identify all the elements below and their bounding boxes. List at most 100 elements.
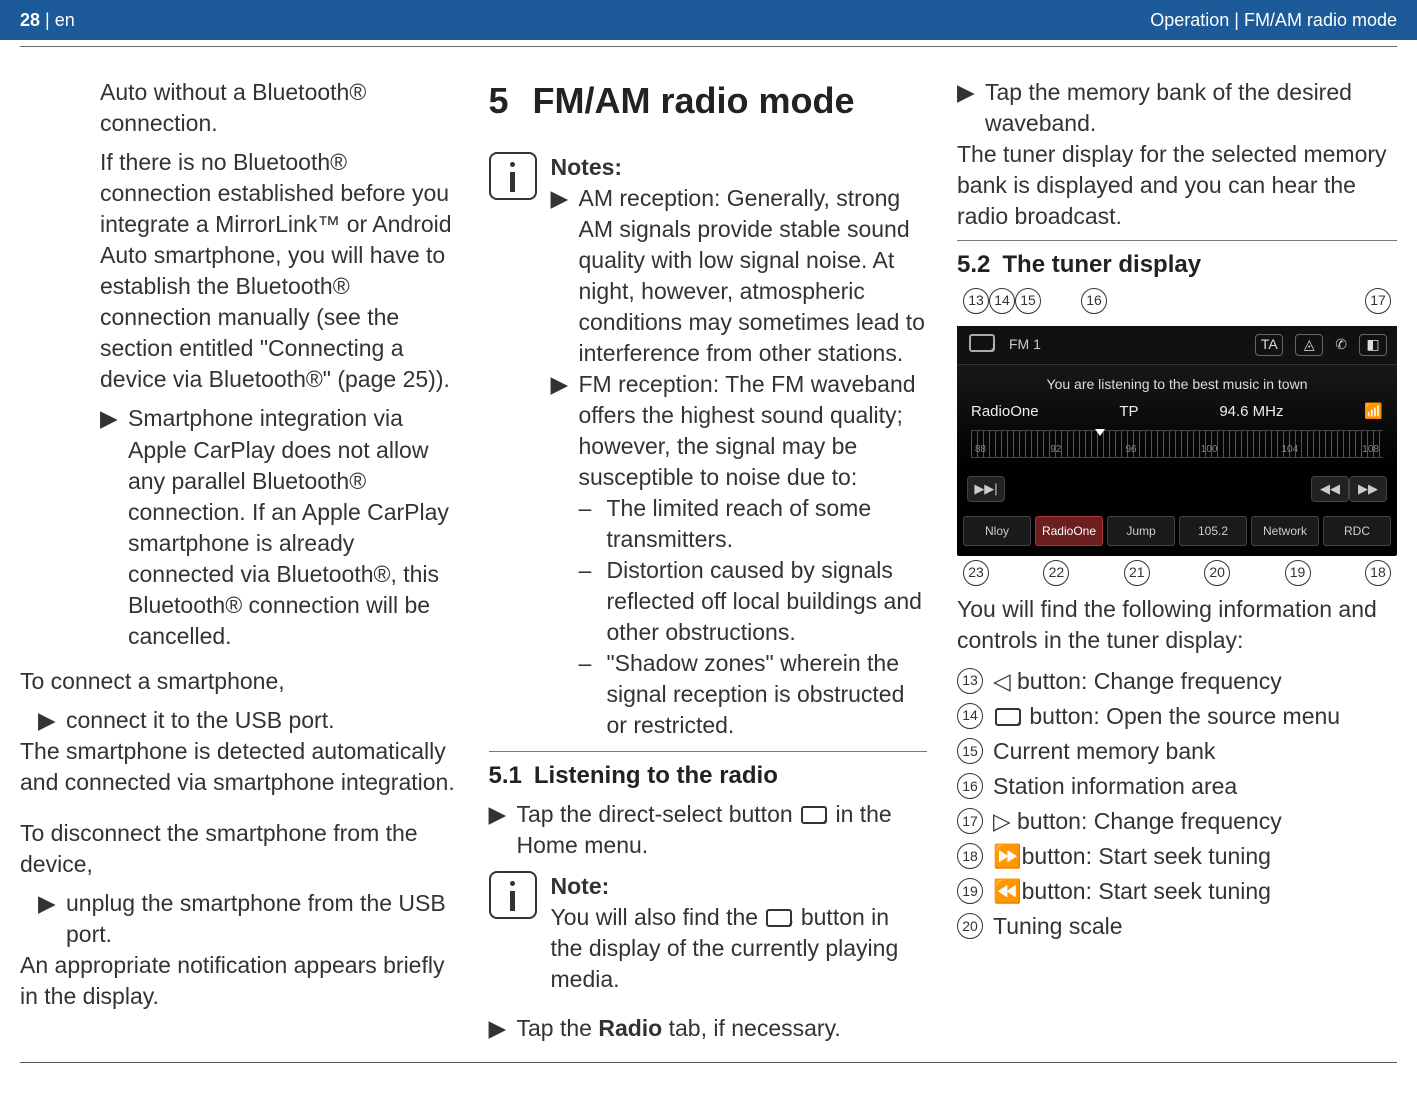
legend-item: 18 ⏩ button: Start seek tuning: [957, 841, 1397, 872]
callout: 13: [957, 668, 983, 694]
legend-item: 16 Station information area: [957, 771, 1397, 802]
glyph-icon: ⏩: [993, 841, 1022, 872]
bullet-item: ▶ Smartphone integration via Apple CarPl…: [100, 403, 459, 651]
ta-icon[interactable]: TA: [1255, 334, 1283, 356]
glyph-icon: ▷: [993, 806, 1017, 837]
legend-item: 19 ⏪ button: Start seek tuning: [957, 876, 1397, 907]
bullet-item: ▶ connect it to the USB port.: [20, 705, 459, 736]
para: You will find the following information …: [957, 594, 1397, 656]
bullet-arrow-icon: ▶: [38, 888, 66, 950]
para: The tuner display for the selected memor…: [957, 139, 1397, 232]
tuning-scale[interactable]: 88 92 96 100 104 108: [971, 430, 1383, 458]
frequency-label: 94.6 MHz: [1219, 402, 1283, 422]
callout: 18: [1365, 560, 1391, 586]
bullet-arrow-icon: ▶: [489, 1013, 517, 1044]
callout: 16: [957, 773, 983, 799]
scan-button[interactable]: ▶▶|: [967, 476, 1005, 502]
bullet-arrow-icon: ▶: [551, 369, 579, 493]
callout: 20: [957, 913, 983, 939]
callout: 19: [957, 878, 983, 904]
callout: 18: [957, 843, 983, 869]
signal-icon: 📶: [1364, 402, 1383, 422]
tuner-controls-row: ▶▶| ◀◀ ▶▶: [957, 468, 1397, 510]
subsection-heading: 5.1Listening to the radio: [489, 751, 928, 792]
preset-button[interactable]: 105.2: [1179, 516, 1247, 546]
preset-button[interactable]: RDC: [1323, 516, 1391, 546]
callout: 14: [989, 288, 1015, 314]
bullet-arrow-icon: ▶: [489, 799, 517, 861]
dash-icon: –: [579, 493, 607, 555]
legend-text: ▷ button: Change frequency: [993, 806, 1282, 837]
bullet-arrow-icon: ▶: [551, 183, 579, 369]
antenna-icon[interactable]: ◬: [1295, 334, 1323, 356]
bullet-arrow-icon: ▶: [957, 77, 985, 139]
glyph-icon: ⏪: [993, 876, 1022, 907]
bullet-arrow-icon: ▶: [100, 403, 128, 651]
bullet-item: ▶ unplug the smartphone from the USB por…: [20, 888, 459, 950]
window-icon[interactable]: ◧: [1359, 334, 1387, 356]
legend-text: ⏩ button: Start seek tuning: [993, 841, 1271, 872]
radio-icon: [766, 909, 792, 927]
legend-text: ◁ button: Change frequency: [993, 666, 1282, 697]
step-bullet: ▶ Tap the direct-select button in the Ho…: [489, 799, 928, 861]
section-heading: 5FM/AM radio mode: [489, 77, 928, 126]
column-3: ▶ Tap the memory bank of the desired wav…: [957, 77, 1397, 1044]
bullet-arrow-icon: ▶: [38, 705, 66, 736]
legend-item: 15 Current memory bank: [957, 736, 1397, 767]
preset-button[interactable]: Jump: [1107, 516, 1175, 546]
legend-text: ⏪ button: Start seek tuning: [993, 876, 1271, 907]
preset-button[interactable]: Nloy: [963, 516, 1031, 546]
para: To disconnect the smartphone from the de…: [20, 818, 459, 880]
callout: 21: [1124, 560, 1150, 586]
callouts-bottom: 23 22 21 20 19 18: [957, 560, 1397, 586]
preset-button[interactable]: Network: [1251, 516, 1319, 546]
footer-rule: [20, 1062, 1397, 1063]
preset-button[interactable]: RadioOne: [1035, 516, 1103, 546]
legend-text: Station information area: [993, 771, 1237, 802]
callout-legend: 13◁ button: Change frequency14 button: O…: [957, 666, 1397, 942]
source-icon[interactable]: [967, 334, 997, 355]
info-icon: [489, 871, 537, 919]
para: The smartphone is detected automatically…: [20, 736, 459, 798]
note-box: Note: You will also find the button in t…: [489, 871, 928, 1003]
breadcrumb: Operation | FM/AM radio mode: [1150, 10, 1397, 31]
subsection-heading: 5.2The tuner display: [957, 240, 1397, 281]
phone-icon[interactable]: ✆: [1335, 335, 1347, 354]
note-title: Note:: [551, 871, 928, 902]
page-content: Auto without a Bluetooth® connection. If…: [0, 47, 1417, 1044]
glyph-icon: ◁: [993, 666, 1017, 697]
note-bullet: ▶ FM reception: The FM waveband offers t…: [551, 369, 928, 493]
para: An appropriate notification appears brie…: [20, 950, 459, 1012]
radio-icon: [801, 806, 827, 824]
note-bullet: ▶ AM reception: Generally, strong AM sig…: [551, 183, 928, 369]
callout: 20: [1204, 560, 1230, 586]
callout: 17: [1365, 288, 1391, 314]
seek-fwd-button[interactable]: ▶▶: [1349, 476, 1387, 502]
radio-icon: [995, 708, 1021, 726]
legend-text: button: Open the source menu: [993, 701, 1340, 732]
legend-text: Tuning scale: [993, 911, 1123, 942]
note-sub-bullet: – "Shadow zones" wherein the signal rece…: [579, 648, 928, 741]
dash-icon: –: [579, 648, 607, 741]
legend-item: 20 Tuning scale: [957, 911, 1397, 942]
para: If there is no Bluetooth® connection est…: [100, 147, 459, 395]
callout: 23: [963, 560, 989, 586]
legend-item: 17 ▷ button: Change frequency: [957, 806, 1397, 837]
callout: 15: [957, 738, 983, 764]
preset-row: Nloy RadioOne Jump 105.2 Network RDC: [957, 510, 1397, 556]
page-number: 28: [20, 10, 40, 30]
dash-icon: –: [579, 555, 607, 648]
legend-text: Current memory bank: [993, 736, 1215, 767]
callout: 17: [957, 808, 983, 834]
tuner-top-bar: FM 1 TA ◬ ✆ ◧: [957, 326, 1397, 365]
seek-back-button[interactable]: ◀◀: [1311, 476, 1349, 502]
station-name: RadioOne: [971, 402, 1039, 422]
callout: 15: [1015, 288, 1041, 314]
para: To connect a smartphone,: [20, 666, 459, 697]
info-icon: [489, 152, 537, 200]
column-2: 5FM/AM radio mode Notes: ▶ AM reception:…: [489, 77, 928, 1044]
note-sub-bullet: – The limited reach of some transmitters…: [579, 493, 928, 555]
page-lang: en: [55, 10, 75, 30]
memory-bank-label[interactable]: FM 1: [1009, 335, 1041, 354]
callout: 16: [1081, 288, 1107, 314]
